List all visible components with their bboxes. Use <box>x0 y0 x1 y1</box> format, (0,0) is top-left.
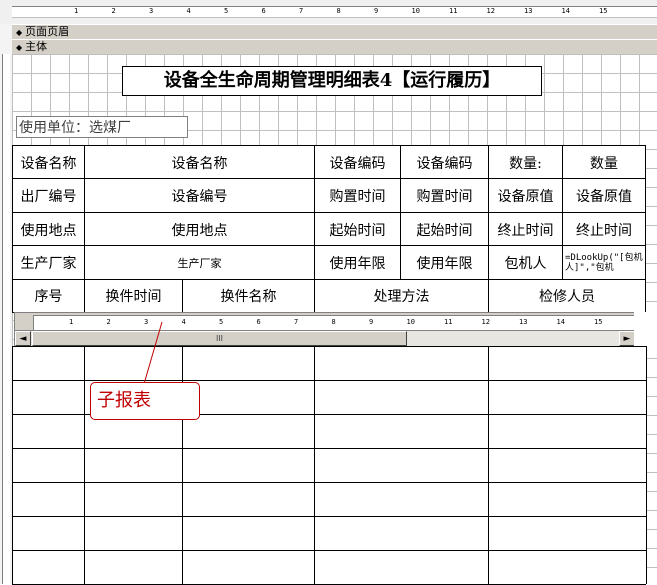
ruler-number: 1 <box>74 7 79 15</box>
table-row-line <box>12 550 646 551</box>
field-label[interactable]: 起始时间 <box>314 212 401 247</box>
table-column-line <box>646 346 647 584</box>
field-label[interactable]: 出厂编号 <box>12 178 85 213</box>
horizontal-ruler: 1 2 3 4 5 6 7 8 9 10 11 12 13 14 15 <box>0 0 657 25</box>
ruler-number: 8 <box>331 318 336 326</box>
page-header-section-bar[interactable]: ◆ 页面页眉 <box>12 24 657 40</box>
field-label[interactable]: 设备编码 <box>314 145 401 180</box>
ruler-number: 4 <box>181 318 186 326</box>
table-row-line <box>12 482 646 483</box>
table-column-line <box>12 346 13 584</box>
callout-pointer <box>143 321 163 385</box>
column-header-label[interactable]: 检修人员 <box>488 279 646 313</box>
table-row-line <box>12 516 646 517</box>
field-textbox[interactable]: 设备原值 <box>562 178 646 213</box>
column-header-label[interactable]: 换件时间 <box>84 279 183 313</box>
field-label[interactable]: 购置时间 <box>314 178 401 213</box>
column-header-label[interactable]: 处理方法 <box>314 279 489 313</box>
table-row-line <box>12 380 646 381</box>
ruler-number: 15 <box>594 318 603 326</box>
unit-label[interactable]: 使用单位：选煤厂 <box>16 116 188 138</box>
subreport-margin <box>634 312 657 346</box>
table-column-line <box>84 346 85 584</box>
field-label[interactable]: 设备名称 <box>12 145 85 180</box>
detail-section-bar[interactable]: ◆ 主体 <box>12 39 657 55</box>
ruler-number: 4 <box>186 7 191 15</box>
field-textbox[interactable]: 数量 <box>562 145 646 180</box>
subreport-hscrollbar[interactable]: ◄ III ► <box>15 330 635 347</box>
column-header-label[interactable]: 序号 <box>12 279 85 313</box>
ruler-number: 8 <box>336 7 341 15</box>
field-label[interactable]: 使用地点 <box>12 212 85 247</box>
field-label[interactable]: 设备原值 <box>488 178 563 213</box>
ruler-number: 3 <box>149 7 154 15</box>
ruler-number: 13 <box>519 318 528 326</box>
field-textbox[interactable]: 设备名称 <box>84 145 315 180</box>
ruler-number: 6 <box>256 318 261 326</box>
subreport-control[interactable]: 1 2 3 4 5 6 7 8 9 10 11 12 13 14 15 ◄ III ► <box>14 312 636 348</box>
ruler-number: 9 <box>369 318 374 326</box>
scroll-right-icon[interactable]: ► <box>619 331 635 346</box>
field-textbox[interactable]: 设备编号 <box>84 178 315 213</box>
ruler-number: 12 <box>486 7 495 15</box>
field-textbox[interactable]: 设备编码 <box>400 145 489 180</box>
field-label[interactable]: 终止时间 <box>488 212 563 247</box>
scroll-left-icon[interactable]: ◄ <box>15 331 31 346</box>
ruler-number: 12 <box>481 318 490 326</box>
field-label[interactable]: 包机人 <box>488 245 563 280</box>
table-column-line <box>314 346 315 584</box>
field-textbox[interactable]: 购置时间 <box>400 178 489 213</box>
ruler-number: 10 <box>411 7 420 15</box>
field-label[interactable]: 使用年限 <box>314 245 401 280</box>
table-row-line <box>12 448 646 449</box>
ruler-number: 2 <box>111 7 116 15</box>
field-textbox[interactable]: 使用年限 <box>400 245 489 280</box>
ruler-number: 14 <box>561 7 570 15</box>
ruler-number: 1 <box>69 318 74 326</box>
ruler-number: 7 <box>299 7 304 15</box>
section-arrow-icon: ◆ <box>16 28 23 37</box>
ruler-number: 2 <box>106 318 111 326</box>
ruler-number: 15 <box>599 7 608 15</box>
field-textbox[interactable]: 使用地点 <box>84 212 315 247</box>
ruler-number: 5 <box>219 318 224 326</box>
table-row-line <box>12 346 646 347</box>
ruler-number: 9 <box>374 7 379 15</box>
ruler-number: 6 <box>261 7 266 15</box>
scroll-thumb[interactable]: III <box>32 331 407 346</box>
ruler-number: 11 <box>449 7 458 15</box>
ruler-number: 11 <box>444 318 453 326</box>
subreport-ruler: 1 2 3 4 5 6 7 8 9 10 11 12 13 14 15 <box>33 315 635 331</box>
field-textbox[interactable]: 终止时间 <box>562 212 646 247</box>
page-header-label: 页面页眉 <box>25 26 70 38</box>
table-column-line <box>488 346 489 584</box>
field-label[interactable]: 数量: <box>488 145 563 180</box>
ruler-number: 13 <box>524 7 533 15</box>
report-title-label[interactable]: 设备全生命周期管理明细表4【运行履历】 <box>122 66 542 96</box>
detail-label: 主体 <box>25 41 48 53</box>
section-arrow-icon: ◆ <box>16 43 23 52</box>
ruler-number: 7 <box>294 318 299 326</box>
column-header-label[interactable]: 换件名称 <box>182 279 315 313</box>
field-textbox[interactable]: =DLookUp("[包机人]","包机 <box>562 245 646 280</box>
field-label[interactable]: 生产厂家 <box>12 245 85 280</box>
field-textbox[interactable]: 生产厂家 <box>84 245 315 280</box>
ruler-number: 5 <box>224 7 229 15</box>
field-textbox[interactable]: 起始时间 <box>400 212 489 247</box>
subreport-callout: 子报表 <box>90 382 200 420</box>
ruler-number: 10 <box>406 318 415 326</box>
ruler-number: 14 <box>556 318 565 326</box>
